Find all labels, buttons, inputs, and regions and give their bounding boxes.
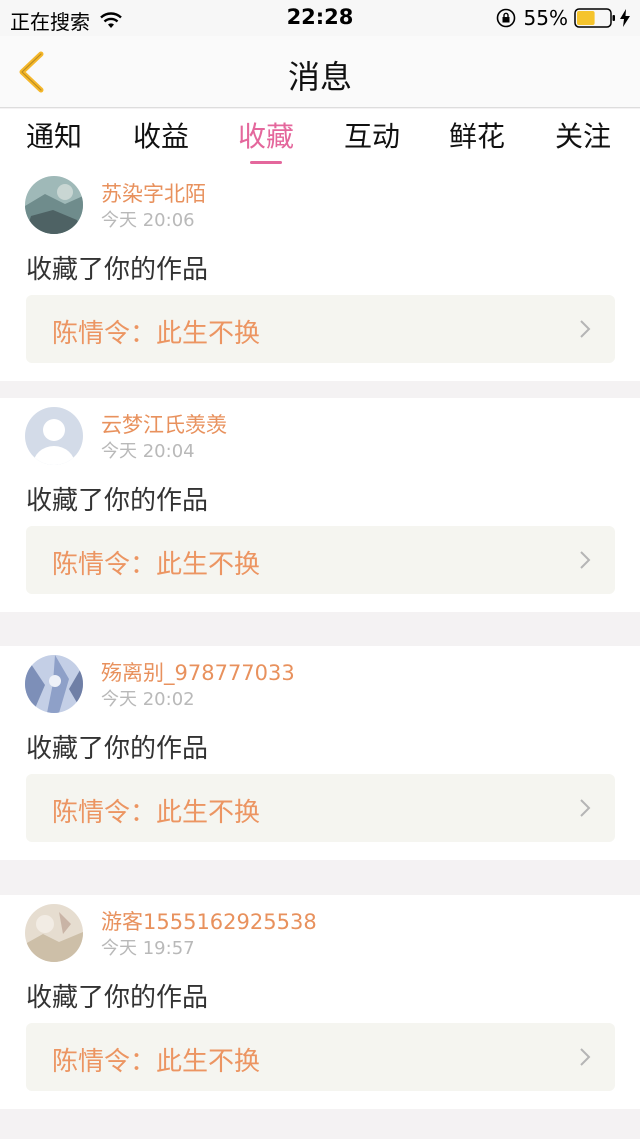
username[interactable]: 苏染字北陌 [101, 178, 206, 208]
avatar[interactable] [25, 176, 83, 234]
action-text: 收藏了你的作品 [26, 486, 209, 516]
work-title: 陈情令：此生不换 [52, 550, 261, 580]
page-title: 消息 [287, 58, 352, 96]
action-text: 收藏了你的作品 [26, 734, 209, 764]
chevron-right-icon [580, 1048, 591, 1066]
avatar[interactable] [25, 407, 83, 465]
battery-icon [574, 8, 615, 28]
work-title: 陈情令：此生不换 [52, 319, 261, 349]
username[interactable]: 殇离别_978777033 [101, 657, 295, 687]
list-item: 游客1555162925538 今天 19:57 收藏了你的作品 陈情令：此生不… [0, 895, 640, 1109]
work-link[interactable]: 陈情令：此生不换 [26, 774, 615, 842]
chevron-right-icon [580, 551, 591, 569]
tab-following[interactable]: 关注 [543, 115, 623, 163]
status-bar: 正在搜索 22:28 55% [0, 0, 640, 36]
tab-label: 通知 [25, 120, 82, 153]
tab-label: 收藏 [237, 120, 294, 153]
tab-bar: 通知 收益 收藏 互动 鲜花 关注 [0, 109, 640, 167]
username[interactable]: 云梦江氏羡羡 [101, 409, 227, 439]
chevron-right-icon [580, 320, 591, 338]
tab-flowers[interactable]: 鲜花 [437, 115, 517, 163]
list-item: 苏染字北陌 今天 20:06 收藏了你的作品 陈情令：此生不换 [0, 167, 640, 381]
work-link[interactable]: 陈情令：此生不换 [26, 1023, 615, 1091]
work-link[interactable]: 陈情令：此生不换 [26, 526, 615, 594]
avatar[interactable] [25, 904, 83, 962]
timestamp: 今天 19:57 [101, 938, 195, 959]
status-bar-right: 55% [496, 6, 630, 30]
chevron-right-icon [580, 799, 591, 817]
tab-notifications[interactable]: 通知 [14, 115, 94, 163]
battery-percent: 55% [523, 6, 568, 30]
nav-bar: 消息 [0, 36, 640, 108]
tab-label: 互动 [343, 120, 400, 153]
username[interactable]: 游客1555162925538 [101, 906, 317, 936]
list-item: 云梦江氏羡羡 今天 20:04 收藏了你的作品 陈情令：此生不换 [0, 398, 640, 612]
action-text: 收藏了你的作品 [26, 255, 209, 285]
list-item: 殇离别_978777033 今天 20:02 收藏了你的作品 陈情令：此生不换 [0, 646, 640, 860]
charging-icon [620, 9, 630, 27]
work-title: 陈情令：此生不换 [52, 798, 261, 828]
timestamp: 今天 20:06 [101, 210, 195, 231]
orientation-lock-icon [496, 8, 515, 28]
tab-label: 关注 [554, 120, 611, 153]
timestamp: 今天 20:02 [101, 689, 195, 710]
tab-label: 鲜花 [448, 120, 505, 153]
work-title: 陈情令：此生不换 [52, 1047, 261, 1077]
active-tab-indicator [250, 161, 282, 164]
timestamp: 今天 20:04 [101, 441, 195, 462]
tab-label: 收益 [132, 120, 189, 153]
work-link[interactable]: 陈情令：此生不换 [26, 295, 615, 363]
avatar[interactable] [25, 655, 83, 713]
action-text: 收藏了你的作品 [26, 983, 209, 1013]
tab-favorites[interactable]: 收藏 [226, 115, 306, 164]
tab-earnings[interactable]: 收益 [121, 115, 201, 163]
tab-interactions[interactable]: 互动 [332, 115, 412, 163]
